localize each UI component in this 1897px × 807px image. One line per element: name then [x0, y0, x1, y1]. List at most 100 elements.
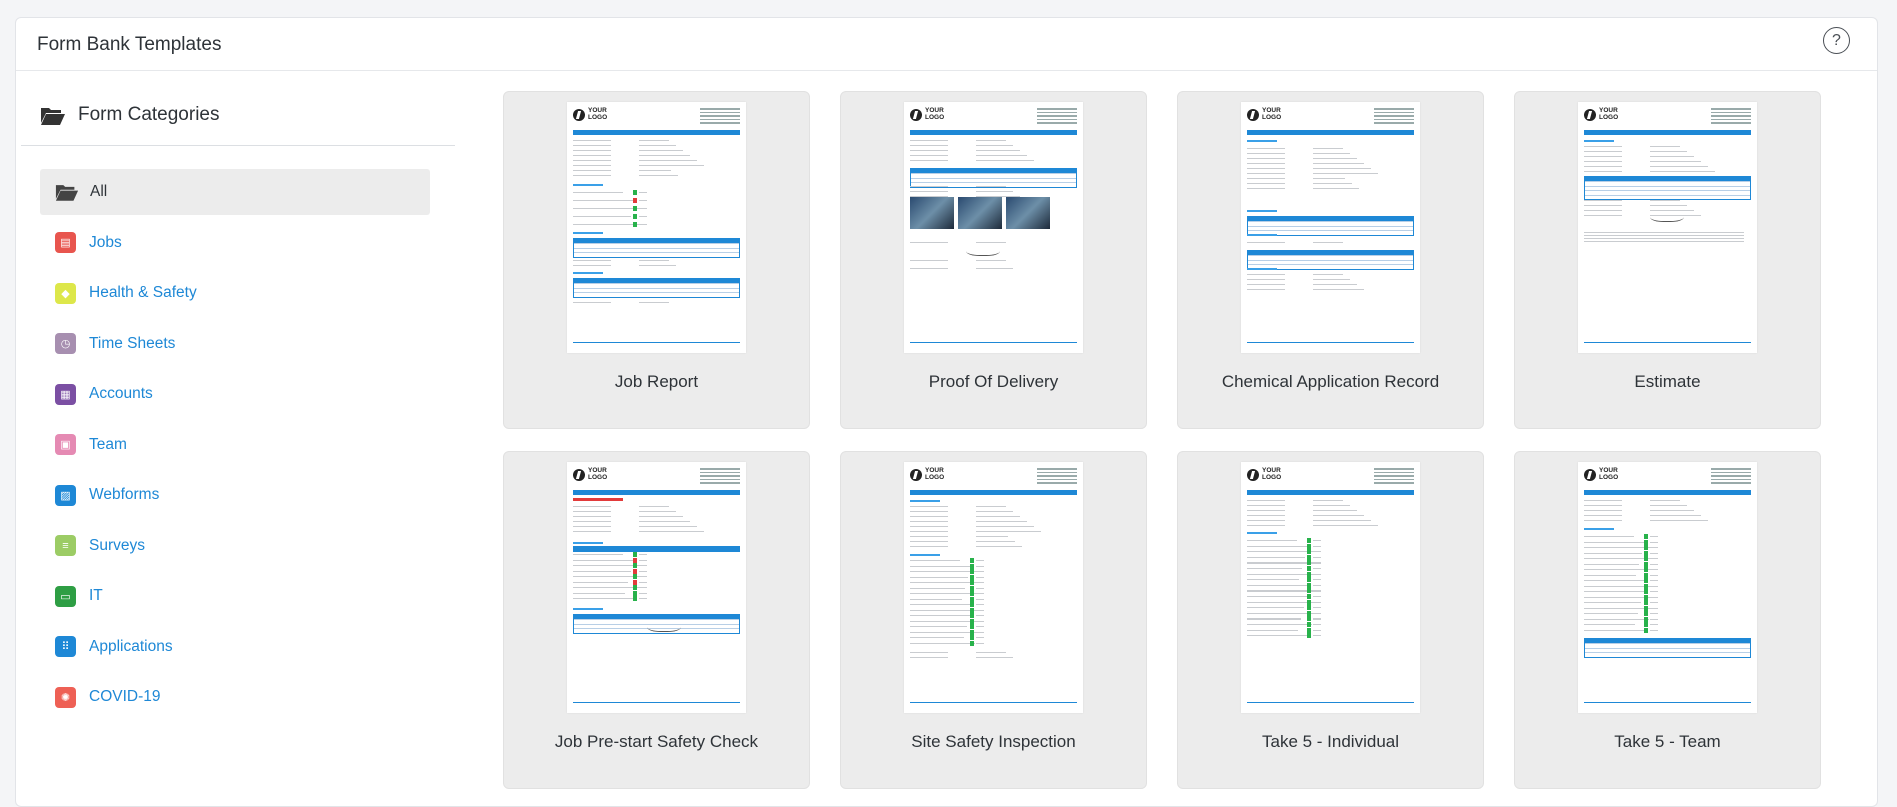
sidebar-item-jobs[interactable]: ▤ Jobs [40, 220, 430, 266]
thumb-decoration [1247, 573, 1313, 575]
sidebar-item-it[interactable]: ▭ IT [40, 573, 430, 619]
thumb-decoration [1313, 274, 1343, 276]
thumb-decoration [1644, 578, 1648, 583]
thumb-decoration [573, 192, 623, 194]
thumb-decoration [1584, 574, 1636, 576]
thumb-decoration [1247, 279, 1285, 281]
logo-mark-icon [910, 468, 922, 481]
thumb-decoration [976, 191, 1013, 193]
thumb-decoration [1307, 588, 1311, 594]
thumb-decoration [910, 155, 948, 157]
thumb-decoration [1247, 612, 1315, 614]
thumb-decoration [1650, 515, 1701, 517]
thumb-decoration [1644, 550, 1648, 556]
web-form-icon: ▨ [55, 484, 76, 506]
template-card-estimate[interactable]: YOUR LOGO Estimate [1514, 91, 1821, 429]
thumb-decoration [1247, 635, 1309, 637]
thumb-decoration [1247, 183, 1285, 185]
thumb-decoration [910, 598, 962, 600]
thumb-decoration [1644, 567, 1648, 572]
id-card-icon: ▣ [55, 434, 76, 455]
template-card-job-report[interactable]: YOUR LOGO Job Report [503, 91, 810, 429]
thumb-decoration [970, 602, 974, 607]
template-card-proof-of-delivery[interactable]: YOUR LOGO Proof Of Delivery [840, 91, 1147, 429]
thumb-decoration [633, 222, 637, 227]
thumb-decoration [910, 500, 940, 502]
thumb-decoration [1313, 168, 1371, 170]
thumb-decoration [1313, 551, 1321, 553]
template-card-take-5-team[interactable]: YOUR LOGO Take 5 - Team [1514, 451, 1821, 789]
thumb-decoration [910, 565, 971, 567]
address-line [1711, 468, 1751, 470]
thumb-decoration [1650, 574, 1658, 576]
sidebar-item-all[interactable]: All [40, 169, 430, 215]
address-block [1711, 468, 1751, 486]
thumb-decoration [1650, 205, 1687, 207]
thumb-decoration [639, 570, 647, 572]
address-line [1711, 478, 1751, 480]
thumb-decoration [976, 186, 1006, 188]
grid-icon: ⠿ [55, 636, 76, 657]
thumb-decoration [910, 506, 948, 508]
thumb-decoration [910, 642, 975, 644]
sidebar-item-surveys[interactable]: ≡ Surveys [40, 523, 430, 569]
sidebar-item-health-safety[interactable]: ◆ Health & Safety [40, 270, 430, 316]
thumb-decoration [1584, 552, 1642, 554]
sidebar-item-label: Webforms [89, 486, 160, 503]
thumb-decoration [1584, 200, 1622, 202]
thumb-decoration [1313, 173, 1378, 175]
address-line [1037, 475, 1077, 477]
template-card-label: Chemical Application Record [1221, 372, 1440, 391]
thumb-decoration [970, 558, 974, 563]
thumb-decoration [1584, 515, 1622, 517]
sidebar-item-team[interactable]: ▣ Team [40, 422, 430, 468]
sidebar-item-webforms[interactable]: ▨ Webforms [40, 472, 430, 518]
address-line [1037, 471, 1077, 473]
sidebar-item-applications[interactable]: ⠿ Applications [40, 624, 430, 670]
thumb-decoration [910, 541, 948, 543]
template-card-take-5-individual[interactable]: YOUR LOGO Take 5 - Individual [1177, 451, 1484, 789]
thumb-decoration [573, 526, 611, 528]
thumb-decoration [1650, 629, 1658, 631]
thumb-decoration [970, 635, 974, 640]
template-card-job-pre-start-safety-check[interactable]: YOUR LOGO Job Pre-start Safety Check [503, 451, 810, 789]
thumb-decoration [1313, 148, 1343, 150]
thumb-decoration [1247, 568, 1302, 570]
thumb-decoration [1307, 627, 1311, 633]
thumb-decoration [639, 506, 669, 508]
thumb-decoration [573, 278, 740, 298]
sidebar-item-covid-19[interactable]: ✺ COVID-19 [40, 674, 430, 720]
thumb-decoration [1247, 153, 1285, 155]
thumb-decoration [633, 557, 637, 563]
thumb-decoration [910, 604, 973, 606]
template-card-chemical-application-record[interactable]: YOUR LOGO Chemical Application Record [1177, 91, 1484, 429]
thumb-decoration [1650, 156, 1694, 158]
thumb-decoration [1247, 234, 1277, 236]
thumb-decoration [573, 608, 603, 610]
thumb-decoration [573, 554, 623, 556]
thumb-decoration [1584, 210, 1622, 212]
thumb-decoration [639, 155, 690, 157]
thumb-decoration [639, 175, 678, 177]
thumb-decoration [1644, 589, 1648, 594]
photo-thumbnail [1006, 197, 1050, 229]
thumb-decoration [639, 165, 704, 167]
thumb-decoration [573, 232, 603, 234]
thumb-decoration [1313, 596, 1321, 598]
thumb-decoration [1307, 538, 1311, 543]
thumb-decoration [910, 652, 948, 654]
photo-thumbnail [910, 197, 954, 229]
template-card-site-safety-inspection[interactable]: YOUR LOGO Site Safety Inspection [840, 451, 1147, 789]
template-card-label: Take 5 - Individual [1261, 732, 1400, 751]
sidebar-item-time-sheets[interactable]: ◷ Time Sheets [40, 321, 430, 367]
thumb-decoration [1650, 563, 1658, 565]
thumb-decoration [1247, 629, 1298, 631]
help-button[interactable]: ? [1823, 27, 1850, 54]
thumb-decoration [573, 175, 611, 177]
thumb-decoration [1584, 520, 1622, 522]
thumb-decoration [976, 546, 1022, 548]
sidebar-item-accounts[interactable]: ▦ Accounts [40, 371, 430, 417]
thumb-decoration [1313, 515, 1364, 517]
thumb-decoration [976, 642, 984, 644]
thumb-decoration [633, 568, 637, 574]
